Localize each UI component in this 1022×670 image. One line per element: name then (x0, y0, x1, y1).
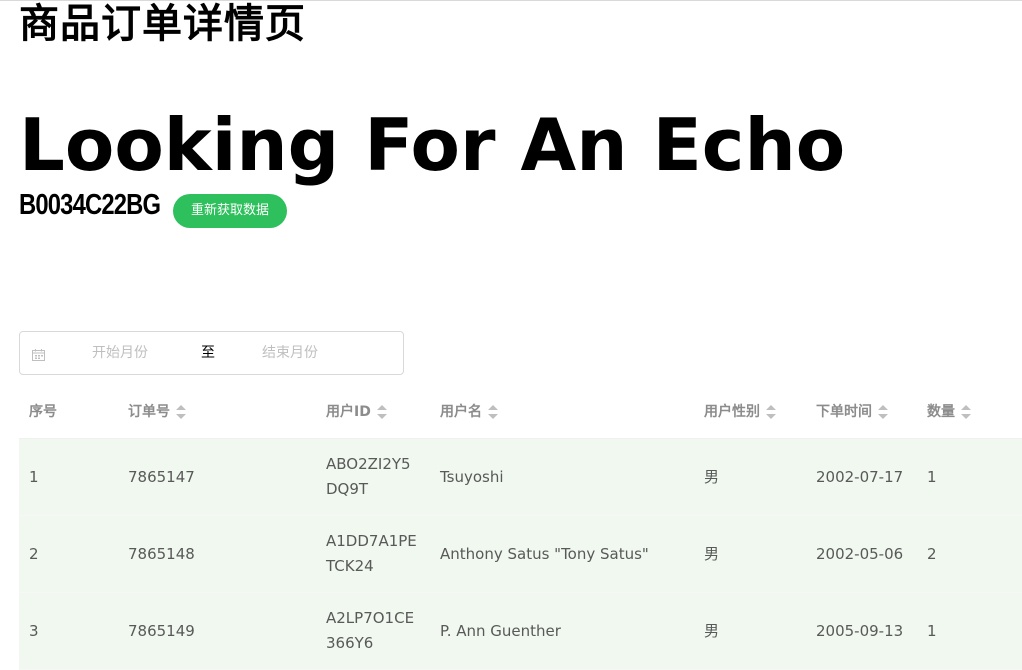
column-header-index: 序号 (19, 384, 118, 439)
product-name: Looking For An Echo (19, 103, 846, 187)
calendar-icon (32, 346, 45, 361)
refresh-data-button[interactable]: 重新获取数据 (173, 194, 287, 228)
cell-order-time: 2002-07-17 (806, 438, 917, 516)
table-row[interactable]: 2 7865148 A1DD7A1PETCK24 Anthony Satus "… (19, 515, 1022, 593)
month-range-picker[interactable]: 开始月份 至 结束月份 (19, 331, 404, 375)
cell-quantity: 1 (917, 592, 1022, 670)
page-title: 商品订单详情页 (19, 1, 306, 47)
cell-quantity: 2 (917, 515, 1022, 593)
table-row[interactable]: 3 7865149 A2LP7O1CE366Y6 P. Ann Guenther… (19, 592, 1022, 670)
sort-icon[interactable] (878, 405, 888, 419)
table-row[interactable]: 1 7865147 ABO2ZI2Y5DQ9T Tsuyoshi 男 2002-… (19, 438, 1022, 516)
sort-icon[interactable] (766, 405, 776, 419)
cell-user-id: A1DD7A1PETCK24 (316, 515, 430, 593)
column-header-order-id[interactable]: 订单号 (118, 384, 316, 439)
column-header-user-name[interactable]: 用户名 (430, 384, 694, 439)
table-header-row: 序号 订单号 用户ID 用户名 用户性别 下单时间 数量 (19, 384, 1022, 439)
cell-quantity: 1 (917, 438, 1022, 516)
cell-user-name: Anthony Satus "Tony Satus" (430, 515, 694, 593)
column-header-user-id[interactable]: 用户ID (316, 384, 430, 439)
end-month-input[interactable]: 结束月份 (262, 332, 318, 374)
start-month-input[interactable]: 开始月份 (92, 332, 148, 374)
cell-user-id: A2LP7O1CE366Y6 (316, 592, 430, 670)
cell-user-name: P. Ann Guenther (430, 592, 694, 670)
cell-index: 1 (19, 438, 118, 516)
sort-icon[interactable] (176, 405, 186, 419)
cell-order-id: 7865149 (118, 592, 316, 670)
cell-order-id: 7865147 (118, 438, 316, 516)
cell-gender: 男 (694, 438, 806, 516)
column-header-quantity[interactable]: 数量 (917, 384, 1022, 439)
sort-icon[interactable] (488, 405, 498, 419)
cell-order-time: 2005-09-13 (806, 592, 917, 670)
cell-order-time: 2002-05-06 (806, 515, 917, 593)
sort-icon[interactable] (961, 405, 971, 419)
cell-user-id: ABO2ZI2Y5DQ9T (316, 438, 430, 516)
cell-index: 3 (19, 592, 118, 670)
sort-icon[interactable] (376, 405, 387, 419)
cell-user-name: Tsuyoshi (430, 438, 694, 516)
range-separator: 至 (201, 345, 215, 361)
product-asin: B0034C22BG (19, 189, 161, 221)
cell-gender: 男 (694, 592, 806, 670)
cell-order-id: 7865148 (118, 515, 316, 593)
column-header-gender[interactable]: 用户性别 (694, 384, 806, 439)
cell-gender: 男 (694, 515, 806, 593)
column-header-order-time[interactable]: 下单时间 (806, 384, 917, 439)
orders-table: 序号 订单号 用户ID 用户名 用户性别 下单时间 数量 1 7865147 A… (19, 384, 1022, 670)
cell-index: 2 (19, 515, 118, 593)
